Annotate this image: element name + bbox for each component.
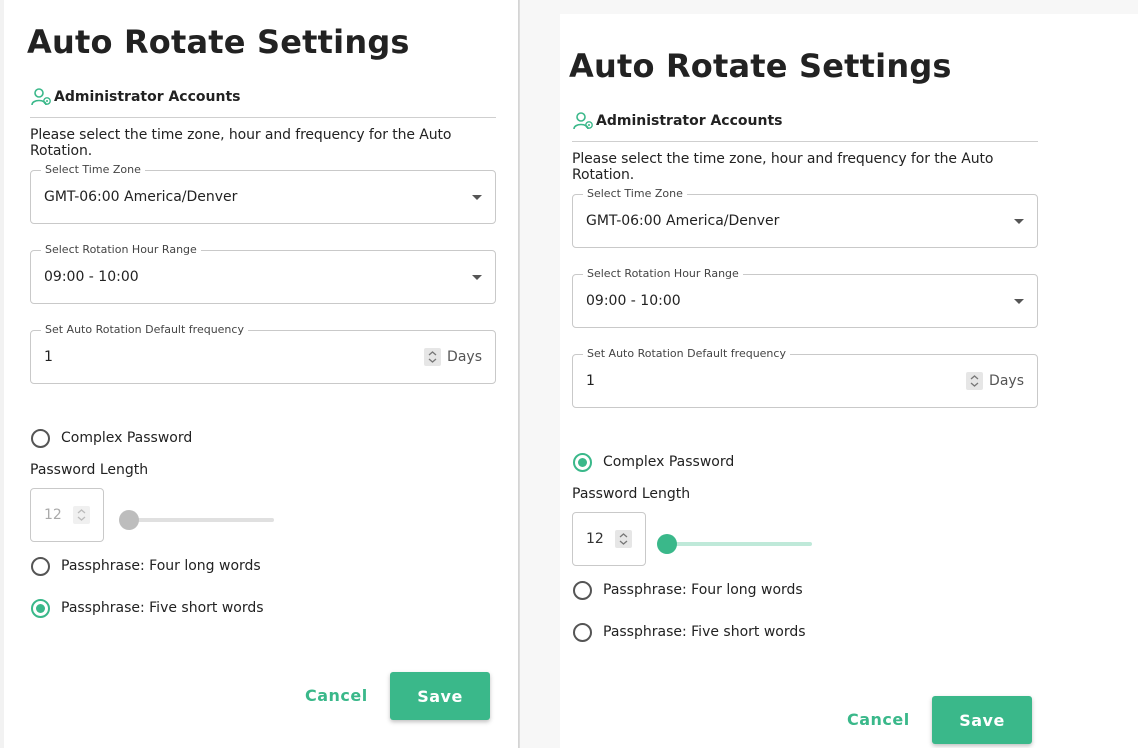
hour-range-select[interactable]: Select Rotation Hour Range 09:00 - 10:00 bbox=[30, 243, 496, 304]
radio-button[interactable] bbox=[573, 581, 592, 600]
slider-track[interactable] bbox=[658, 542, 812, 546]
description-text: Please select the time zone, hour and fr… bbox=[30, 127, 452, 159]
stepper-icon[interactable] bbox=[966, 372, 983, 390]
hour-range-select[interactable]: Select Rotation Hour Range 09:00 - 10:00 bbox=[572, 267, 1038, 328]
radio-button[interactable] bbox=[31, 557, 50, 576]
frequency-value[interactable]: 1 bbox=[44, 349, 53, 365]
description-text: Please select the time zone, hour and fr… bbox=[572, 151, 994, 183]
radio-button[interactable] bbox=[31, 429, 50, 448]
section-header: Administrator Accounts bbox=[30, 86, 496, 118]
chevron-down-icon[interactable] bbox=[472, 275, 482, 280]
hour-range-value: 09:00 - 10:00 bbox=[586, 293, 681, 309]
chevron-down-icon[interactable] bbox=[1014, 299, 1024, 304]
option-label: Complex Password bbox=[603, 454, 735, 470]
save-button[interactable]: Save bbox=[932, 696, 1032, 744]
time-zone-legend: Select Time Zone bbox=[583, 187, 687, 200]
option-label: Passphrase: Five short words bbox=[61, 600, 264, 616]
password-length-slider bbox=[119, 510, 274, 530]
admin-users-icon bbox=[573, 112, 593, 130]
save-button[interactable]: Save bbox=[390, 672, 490, 720]
frequency-unit: Days bbox=[989, 373, 1024, 389]
frequency-input[interactable]: Set Auto Rotation Default frequency 1 Da… bbox=[572, 347, 1038, 408]
time-zone-value: GMT-06:00 America/Denver bbox=[44, 189, 238, 205]
settings-panel-left: Auto Rotate Settings Administrator Accou… bbox=[4, 0, 518, 748]
option-label: Complex Password bbox=[61, 430, 193, 446]
chevron-down-icon[interactable] bbox=[472, 195, 482, 200]
section-title: Administrator Accounts bbox=[54, 89, 241, 105]
radio-button[interactable] bbox=[573, 453, 592, 472]
password-length-value: 12 bbox=[44, 507, 62, 523]
settings-panel-right: Auto Rotate Settings Administrator Accou… bbox=[520, 0, 1138, 748]
section-header: Administrator Accounts bbox=[572, 110, 1038, 142]
time-zone-select[interactable]: Select Time Zone GMT-06:00 America/Denve… bbox=[572, 187, 1038, 248]
admin-users-icon bbox=[31, 88, 51, 106]
frequency-legend: Set Auto Rotation Default frequency bbox=[41, 323, 248, 336]
password-length-value[interactable]: 12 bbox=[586, 531, 604, 547]
cancel-button[interactable]: Cancel bbox=[847, 710, 910, 729]
settings-card: Auto Rotate Settings Administrator Accou… bbox=[560, 14, 1138, 748]
slider-thumb bbox=[119, 510, 139, 530]
section-title: Administrator Accounts bbox=[596, 113, 783, 129]
password-length-input: 12 bbox=[30, 488, 104, 542]
frequency-input[interactable]: Set Auto Rotation Default frequency 1 Da… bbox=[30, 323, 496, 384]
option-label: Passphrase: Four long words bbox=[61, 558, 261, 574]
frequency-legend: Set Auto Rotation Default frequency bbox=[583, 347, 790, 360]
frequency-unit: Days bbox=[447, 349, 482, 365]
password-length-input[interactable]: 12 bbox=[572, 512, 646, 566]
password-length-label: Password Length bbox=[30, 462, 149, 478]
time-zone-legend: Select Time Zone bbox=[41, 163, 145, 176]
time-zone-value: GMT-06:00 America/Denver bbox=[586, 213, 780, 229]
option-label: Passphrase: Four long words bbox=[603, 582, 803, 598]
stepper-icon[interactable] bbox=[424, 348, 441, 366]
cancel-button[interactable]: Cancel bbox=[305, 686, 368, 705]
frequency-value[interactable]: 1 bbox=[586, 373, 595, 389]
radio-button[interactable] bbox=[573, 623, 592, 642]
chevron-down-icon[interactable] bbox=[1014, 219, 1024, 224]
radio-button[interactable] bbox=[31, 599, 50, 618]
stepper-icon bbox=[73, 506, 90, 524]
hour-range-value: 09:00 - 10:00 bbox=[44, 269, 139, 285]
password-length-slider[interactable] bbox=[657, 534, 812, 554]
time-zone-select[interactable]: Select Time Zone GMT-06:00 America/Denve… bbox=[30, 163, 496, 224]
slider-track bbox=[120, 518, 274, 522]
page-title: Auto Rotate Settings bbox=[27, 23, 410, 61]
stepper-icon[interactable] bbox=[615, 530, 632, 548]
hour-range-legend: Select Rotation Hour Range bbox=[41, 243, 201, 256]
password-length-label: Password Length bbox=[572, 486, 691, 502]
hour-range-legend: Select Rotation Hour Range bbox=[583, 267, 743, 280]
option-label: Passphrase: Five short words bbox=[603, 624, 806, 640]
page-title: Auto Rotate Settings bbox=[569, 47, 952, 85]
slider-thumb[interactable] bbox=[657, 534, 677, 554]
